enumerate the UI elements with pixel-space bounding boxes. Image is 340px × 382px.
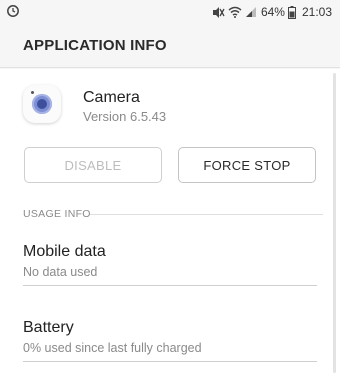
scrollbar[interactable] [333, 73, 336, 373]
row-divider [23, 361, 317, 362]
usage-info-header: USAGE INFO [23, 208, 91, 220]
mobile-data-row[interactable]: Mobile data No data used [0, 229, 340, 301]
app-name: Camera [83, 89, 140, 106]
battery-summary: 0% used since last fully charged [23, 341, 202, 355]
app-header: APPLICATION INFO [0, 24, 340, 68]
mobile-data-title: Mobile data [23, 243, 106, 260]
status-bar: 64% 21:03 [0, 0, 340, 24]
battery-percent: 64% [260, 5, 285, 19]
section-divider [90, 214, 323, 215]
mobile-data-summary: No data used [23, 265, 98, 279]
wifi-icon [228, 6, 242, 18]
signal-icon [245, 6, 257, 18]
status-icons: 64% 21:03 [211, 3, 332, 21]
battery-icon [287, 5, 296, 19]
app-info-card: Camera Version 6.5.43 DISABLE FORCE STOP… [0, 69, 340, 382]
battery-title: Battery [23, 319, 74, 336]
force-stop-button[interactable]: FORCE STOP [178, 147, 316, 183]
sync-icon [6, 4, 20, 18]
row-divider [23, 285, 317, 286]
clock: 21:03 [301, 5, 332, 19]
disable-button[interactable]: DISABLE [24, 147, 162, 183]
battery-row[interactable]: Battery 0% used since last fully charged [0, 305, 340, 377]
mute-icon [211, 6, 225, 19]
app-version: Version 6.5.43 [83, 109, 167, 124]
page-title: APPLICATION INFO [23, 37, 167, 54]
camera-app-icon [23, 85, 61, 123]
